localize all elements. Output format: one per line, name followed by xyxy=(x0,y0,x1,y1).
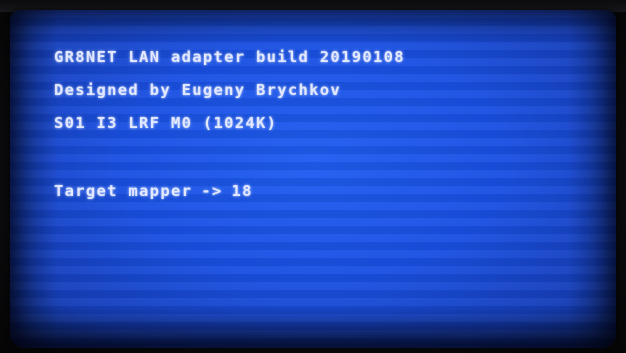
config-line: S01 I3 LRF M0 (1024K) xyxy=(54,114,278,132)
title-line: GR8NET LAN adapter build 20190108 xyxy=(54,48,405,66)
target-mapper-value: 18 xyxy=(231,182,253,200)
target-mapper-line: Target mapper -> 18 xyxy=(54,182,405,200)
boot-console-text: GR8NET LAN adapter build 20190108 Design… xyxy=(54,30,405,219)
author-line: Designed by Eugeny Brychkov xyxy=(54,81,342,99)
crt-screen: GR8NET LAN adapter build 20190108 Design… xyxy=(10,10,616,348)
target-mapper-label: Target mapper xyxy=(54,182,193,200)
arrow-glyph: -> xyxy=(201,182,223,200)
monitor-photo: GR8NET LAN adapter build 20190108 Design… xyxy=(0,0,626,353)
